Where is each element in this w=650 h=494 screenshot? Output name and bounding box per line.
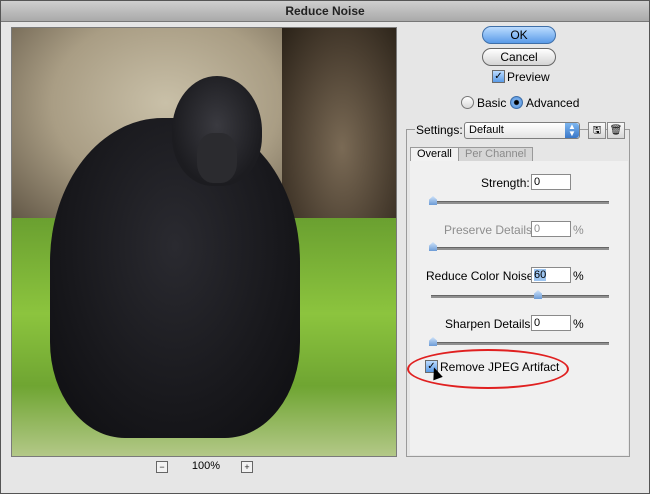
advanced-label: Advanced [526, 96, 580, 110]
sharpen-details-unit: % [573, 317, 584, 331]
preserve-details-input[interactable]: 0 [531, 221, 571, 237]
preview-checkbox[interactable]: ✓ [492, 70, 505, 83]
strength-input[interactable]: 0 [531, 174, 571, 190]
basic-radio[interactable] [461, 96, 474, 109]
zoom-controls: − 100% + [11, 459, 395, 475]
zoom-level: 100% [191, 460, 221, 472]
overall-panel [410, 161, 628, 455]
reduce-color-noise-unit: % [573, 269, 584, 283]
preserve-details-slider-track[interactable] [431, 247, 609, 250]
window-title: Reduce Noise [1, 1, 649, 22]
basic-label: Basic [477, 96, 507, 110]
zoom-out-button[interactable]: − [156, 461, 168, 473]
save-settings-icon[interactable]: 🖫 [588, 122, 606, 139]
sharpen-details-input[interactable]: 0 [531, 315, 571, 331]
reduce-noise-dialog: Reduce Noise − 100% + OK Cancel ✓ Previe… [0, 0, 650, 494]
tab-overall[interactable]: Overall [410, 147, 459, 161]
sharpen-details-slider-track[interactable] [431, 342, 609, 345]
tab-bar: Overall Per Channel [410, 147, 628, 162]
chevron-updown-icon: ▲ ▼ [565, 123, 579, 138]
cancel-button[interactable]: Cancel [482, 48, 556, 66]
settings-dropdown[interactable]: Default ▲ ▼ [464, 122, 580, 139]
preserve-details-unit: % [573, 223, 584, 237]
preview-gorilla-face [197, 133, 237, 183]
sharpen-details-label: Sharpen Details: [445, 317, 534, 331]
image-preview[interactable] [11, 27, 397, 457]
zoom-in-button[interactable]: + [241, 461, 253, 473]
settings-value: Default [469, 124, 504, 136]
preview-label: Preview [507, 70, 550, 84]
preserve-details-label: Preserve Details: [444, 223, 536, 237]
preview-gorilla-body [50, 118, 300, 438]
strength-slider-track[interactable] [431, 201, 609, 204]
reduce-color-noise-value: 60 [534, 269, 547, 281]
ok-button[interactable]: OK [482, 26, 556, 44]
reduce-color-noise-label: Reduce Color Noise: [426, 269, 537, 283]
settings-label: Settings: [415, 123, 464, 137]
reduce-color-noise-slider-track[interactable] [431, 295, 609, 298]
tab-per-channel[interactable]: Per Channel [458, 147, 534, 161]
reduce-color-noise-input[interactable]: 60 [531, 267, 571, 283]
preview-rock-shadow [282, 28, 396, 228]
strength-label: Strength: [481, 176, 530, 190]
advanced-radio[interactable] [510, 96, 523, 109]
trash-icon[interactable]: 🗑 [607, 122, 625, 139]
